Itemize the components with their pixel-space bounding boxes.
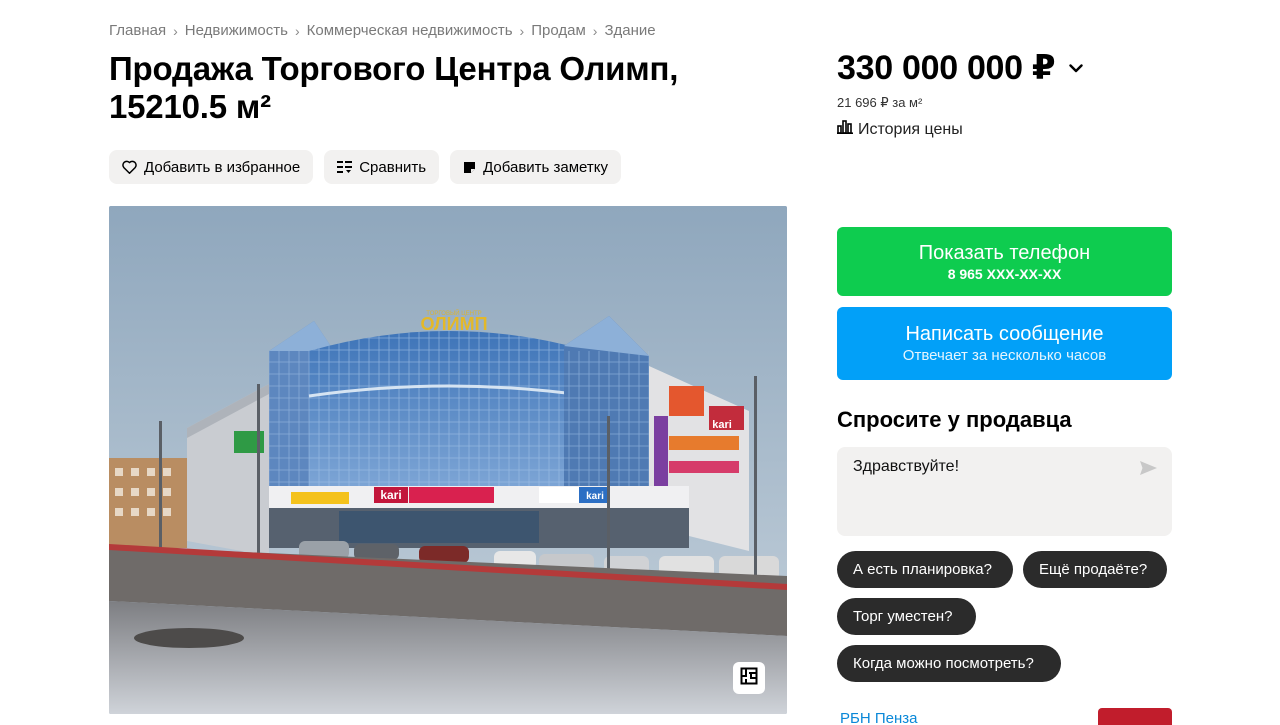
- seller-avatar[interactable]: [1098, 708, 1172, 725]
- chevron-right-icon: ›: [173, 22, 178, 39]
- chevron-right-icon: ›: [592, 22, 598, 39]
- quick-question-chip[interactable]: Торг уместен?: [837, 598, 976, 635]
- listing-actions: Добавить в избранное Сравнить Добавить з…: [109, 150, 621, 184]
- breadcrumb-item-realty[interactable]: Недвижимость: [185, 22, 288, 39]
- breadcrumb-item-sell[interactable]: Продам: [531, 22, 586, 39]
- phone-masked: 8 965 XXX-XX-XX: [947, 265, 1062, 282]
- floor-plan-button[interactable]: [733, 662, 765, 694]
- compare-icon: [337, 160, 353, 174]
- breadcrumb-item-home[interactable]: Главная: [109, 22, 166, 39]
- write-message-button[interactable]: Написать сообщение Отвечает за несколько…: [837, 307, 1172, 380]
- breadcrumb-item-building[interactable]: Здание: [604, 22, 655, 39]
- quick-question-chip[interactable]: Ещё продаёте?: [1023, 551, 1167, 588]
- show-phone-label: Показать телефон: [918, 241, 1091, 264]
- quick-questions: А есть планировка? Ещё продаёте? Торг ум…: [837, 551, 1177, 682]
- roof-sign-main: ОЛИМП: [420, 314, 487, 334]
- building-photo-scene: kari ТОРГОВЫЙ ЦЕНТР ОЛИМП kari kari: [109, 206, 787, 714]
- price: 330 000 000 ₽: [837, 48, 1083, 88]
- page-title: Продажа Торгового Центра Олимп, 15210.5 …: [109, 50, 679, 125]
- store-sign-2: kari: [712, 419, 732, 431]
- quick-question-chip[interactable]: Когда можно посмотреть?: [837, 645, 1061, 682]
- add-note-button[interactable]: Добавить заметку: [450, 150, 621, 184]
- store-sign-3: kari: [586, 491, 604, 502]
- listing-photo[interactable]: kari ТОРГОВЫЙ ЦЕНТР ОЛИМП kari kari: [109, 206, 787, 714]
- add-note-label: Добавить заметку: [483, 158, 608, 176]
- compare-label: Сравнить: [359, 158, 427, 176]
- write-message-label: Написать сообщение: [905, 323, 1104, 345]
- bar-chart-icon: [837, 120, 853, 139]
- seller-name-link[interactable]: РБН Пенза: [840, 710, 917, 725]
- floor-plan-icon: [740, 667, 758, 690]
- ask-seller-input[interactable]: Здравствуйте!: [853, 458, 1133, 518]
- add-favorite-button[interactable]: Добавить в избранное: [109, 150, 314, 184]
- note-icon: [463, 161, 476, 174]
- heart-icon: [122, 160, 137, 174]
- ask-seller-title: Спросите у продавца: [837, 407, 1072, 432]
- breadcrumb-item-commercial[interactable]: Коммерческая недвижимость: [307, 22, 513, 39]
- chevron-right-icon: ›: [294, 22, 300, 39]
- breadcrumb: Главная › Недвижимость › Коммерческая не…: [109, 22, 656, 39]
- store-sign-1: kari: [380, 488, 401, 502]
- ask-seller-box: Здравствуйте!: [837, 447, 1172, 536]
- chevron-down-icon[interactable]: [1069, 63, 1083, 73]
- add-favorite-label: Добавить в избранное: [144, 158, 301, 176]
- price-history-link[interactable]: История цены: [837, 120, 963, 139]
- send-icon[interactable]: [1139, 460, 1158, 481]
- price-per-meter: 21 696 ₽ за м²: [837, 95, 923, 110]
- compare-button[interactable]: Сравнить: [324, 150, 440, 184]
- price-value: 330 000 000 ₽: [837, 49, 1056, 87]
- chevron-right-icon: ›: [519, 22, 525, 39]
- price-history-label: История цены: [858, 120, 963, 138]
- quick-question-chip[interactable]: А есть планировка?: [837, 551, 1013, 588]
- response-time: Отвечает за несколько часов: [902, 347, 1107, 364]
- show-phone-button[interactable]: Показать телефон 8 965 XXX-XX-XX: [837, 227, 1172, 296]
